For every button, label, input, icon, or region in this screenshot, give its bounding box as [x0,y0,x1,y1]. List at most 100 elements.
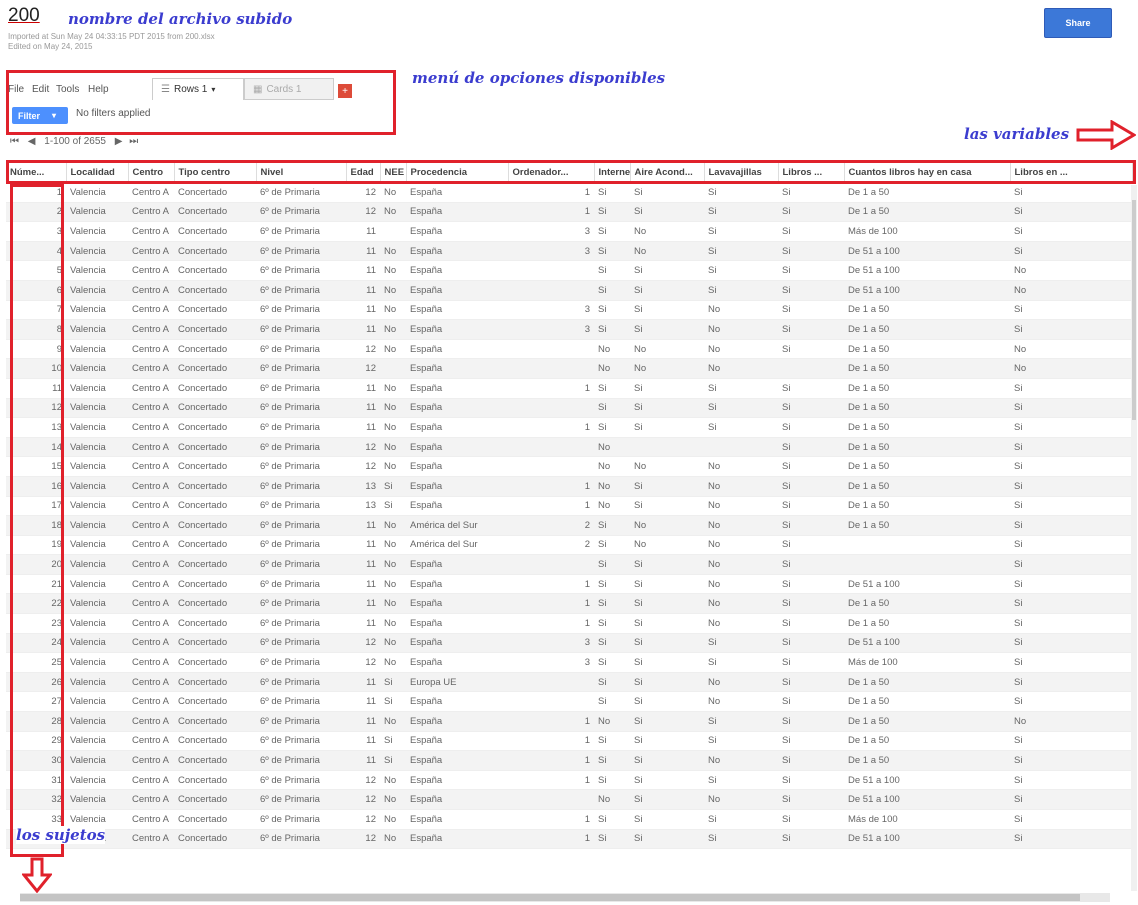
table-cell[interactable]: 11 [346,750,380,771]
table-cell[interactable]: De 51 a 100 [844,829,1010,850]
table-row[interactable]: 13 Valencia Centro A Concertado 6º de Primar… [6,417,1132,438]
table-cell[interactable]: Si [778,202,844,223]
table-cell[interactable]: 6º de Primaria [256,750,346,771]
table-cell[interactable]: Si [630,260,704,281]
table-cell[interactable]: Si [630,731,704,752]
table-cell[interactable]: 3 [508,241,594,262]
table-cell[interactable]: Si [630,202,704,223]
table-cell[interactable]: De 1 a 50 [844,456,1010,477]
table-cell[interactable]: Valencia [66,574,128,595]
table-row[interactable]: 2 Valencia Centro A Concertado 6º de Primari… [6,202,1132,223]
table-cell[interactable]: No [594,358,630,379]
table-cell[interactable]: Concertado [174,339,256,360]
table-cell[interactable]: Si [594,398,630,419]
table-cell[interactable]: 12 [346,202,380,223]
table-cell[interactable]: De 1 a 50 [844,750,1010,771]
table-cell[interactable]: Si [778,221,844,242]
table-cell[interactable]: Si [1010,476,1132,497]
table-cell[interactable]: Concertado [174,574,256,595]
table-cell[interactable]: No [1010,280,1132,301]
table-cell[interactable]: Si [594,182,630,203]
table-cell[interactable]: No [380,300,406,321]
table-cell[interactable]: 6º de Primaria [256,202,346,223]
table-row[interactable]: 22 Valencia Centro A Concertado 6º de Primar… [6,593,1132,615]
table-cell[interactable]: España [406,241,508,262]
table-cell[interactable]: 11 [346,260,380,281]
table-cell[interactable]: No [1010,358,1132,379]
table-cell[interactable]: 6º de Primaria [256,535,346,556]
table-cell[interactable]: No [380,437,406,458]
table-cell[interactable]: Centro A [128,789,174,810]
table-cell[interactable]: Si [594,593,630,615]
table-cell[interactable]: No [1010,260,1132,281]
table-cell[interactable]: De 1 a 50 [844,672,1010,693]
table-cell[interactable]: Concertado [174,221,256,242]
table-cell[interactable]: 1 [508,770,594,791]
table-cell[interactable]: 6º de Primaria [256,358,346,379]
table-cell[interactable]: Si [778,515,844,536]
table-cell[interactable]: Centro A [128,358,174,379]
table-cell[interactable]: Si [630,809,704,830]
table-cell[interactable]: Si [630,398,704,419]
table-cell[interactable]: Concertado [174,789,256,810]
table-cell[interactable]: España [406,221,508,242]
table-cell[interactable]: Si [1010,770,1132,791]
table-cell[interactable]: 6º de Primaria [256,613,346,634]
table-cell[interactable]: Valencia [66,770,128,791]
table-cell[interactable]: No [380,339,406,360]
table-cell[interactable]: Concertado [174,378,256,399]
table-cell[interactable]: Si [778,378,844,399]
table-cell[interactable]: Centro A [128,829,174,850]
table-cell[interactable]: Si [630,750,704,771]
table-cell[interactable]: Valencia [66,633,128,654]
table-cell[interactable]: Si [778,241,844,262]
table-cell[interactable]: España [406,300,508,321]
table-cell[interactable]: 1 [508,182,594,203]
table-cell[interactable]: Si [1010,672,1132,693]
table-row[interactable]: 33 Valencia Centro A Concertado 6º de Primar… [6,809,1132,830]
table-row[interactable]: 20 Valencia Centro A Concertado 6º de Primar… [6,554,1132,575]
table-cell[interactable]: Valencia [66,378,128,399]
table-cell[interactable]: Concertado [174,417,256,438]
table-cell[interactable]: Si [778,652,844,673]
table-cell[interactable]: Si [630,633,704,654]
table-cell[interactable]: Si [704,182,778,203]
table-cell[interactable]: Si [630,417,704,438]
table-cell[interactable]: 6º de Primaria [256,221,346,242]
table-cell[interactable]: Valencia [66,241,128,262]
table-cell[interactable]: España [406,182,508,203]
table-cell[interactable]: Si [1010,182,1132,203]
table-cell[interactable]: 6º de Primaria [256,770,346,791]
table-cell[interactable]: De 1 a 50 [844,515,1010,536]
table-cell[interactable]: España [406,456,508,477]
table-cell[interactable]: No [594,437,630,458]
table-cell[interactable]: De 51 a 100 [844,241,1010,262]
horizontal-scrollbar-thumb[interactable] [20,894,1080,901]
table-cell[interactable]: 11 [346,672,380,693]
table-cell[interactable]: Concertado [174,809,256,830]
table-cell[interactable]: Si [1010,809,1132,830]
table-row[interactable]: 11 Valencia Centro A Concertado 6º de Primar… [6,378,1132,399]
share-button[interactable]: Share [1044,8,1112,38]
table-cell[interactable]: 11 [346,378,380,399]
table-cell[interactable]: Concertado [174,319,256,340]
table-cell[interactable]: Si [704,398,778,419]
table-cell[interactable]: No [704,672,778,693]
table-cell[interactable]: 6º de Primaria [256,476,346,497]
table-cell[interactable]: 11 [346,593,380,615]
table-cell[interactable]: No [380,554,406,575]
table-cell[interactable]: Si [778,750,844,771]
table-cell[interactable]: Si [1010,691,1132,713]
table-cell[interactable]: Concertado [174,358,256,379]
table-cell[interactable]: No [380,202,406,223]
table-cell[interactable]: No [630,339,704,360]
table-row[interactable]: 34ValenciaCentro AConcertado6º de Primar… [6,829,1132,850]
table-cell[interactable]: Si [778,731,844,752]
table-row[interactable]: 15 Valencia Centro A Concertado 6º de Primar… [6,456,1132,477]
table-cell[interactable]: Centro A [128,770,174,791]
table-cell[interactable]: Centro A [128,319,174,340]
table-cell[interactable]: Si [594,554,630,575]
table-cell[interactable]: España [406,691,508,713]
table-cell[interactable]: Europa UE [406,672,508,693]
table-cell[interactable]: Valencia [66,613,128,634]
